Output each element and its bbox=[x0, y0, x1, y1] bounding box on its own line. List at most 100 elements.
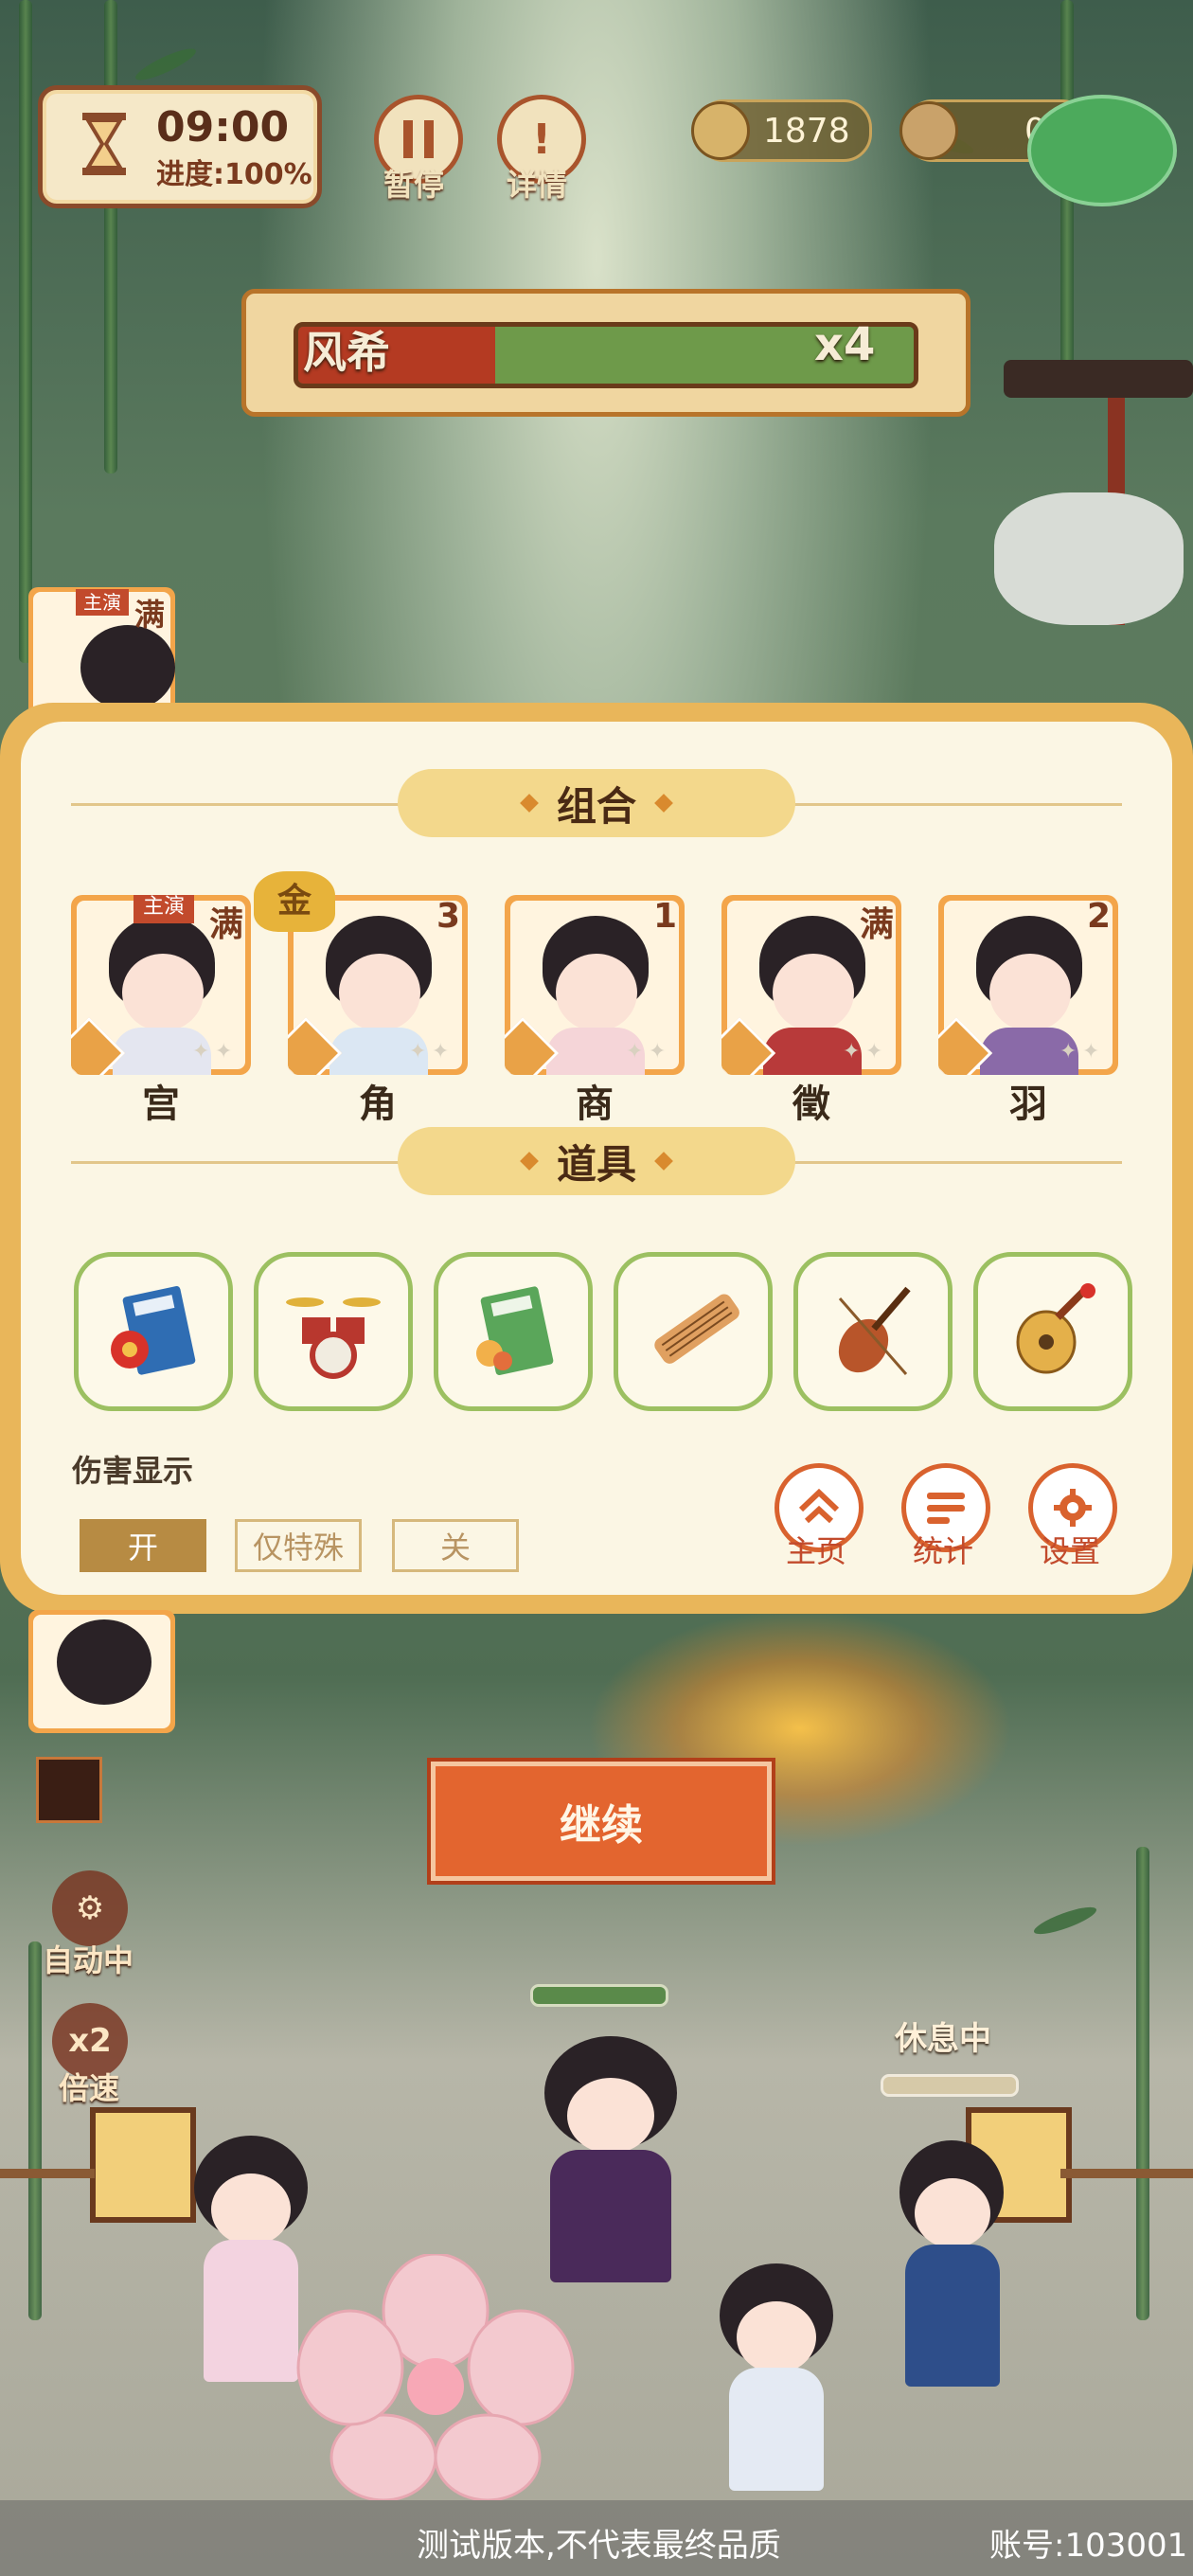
resting-status: 休息中 bbox=[895, 2020, 991, 2058]
boss-multiplier: x4 bbox=[814, 318, 876, 371]
skill-slot-icon[interactable] bbox=[36, 1757, 102, 1823]
item-guzheng[interactable] bbox=[614, 1252, 773, 1411]
settings-label: 设置 bbox=[1039, 1533, 1100, 1569]
lantern bbox=[90, 2107, 196, 2223]
book-flower-icon bbox=[111, 1286, 196, 1375]
drum-kit-icon bbox=[286, 1297, 381, 1379]
character-name: 羽 bbox=[1009, 1082, 1047, 1126]
pause-label: 暂停 bbox=[383, 167, 444, 203]
damage-option-off[interactable]: 关 bbox=[392, 1519, 519, 1572]
damage-display-label: 伤害显示 bbox=[72, 1453, 194, 1489]
card-count: 3 bbox=[436, 897, 460, 936]
character-face bbox=[122, 954, 204, 1031]
home-button[interactable]: 主页 bbox=[775, 1463, 869, 1569]
item-violin[interactable] bbox=[793, 1252, 953, 1411]
side-character-card-lower[interactable] bbox=[28, 1610, 175, 1733]
gold-rank-badge: 金 bbox=[254, 871, 335, 932]
bamboo-stalk bbox=[19, 0, 32, 663]
railing bbox=[1060, 2169, 1193, 2178]
test-version-notice: 测试版本,不代表最终品质 bbox=[417, 2527, 781, 2565]
lead-tag: 主演 bbox=[76, 589, 129, 616]
currency-counter: 1878 bbox=[691, 99, 872, 162]
item-book-flower[interactable] bbox=[74, 1252, 233, 1411]
bamboo-stalk bbox=[28, 1941, 42, 2320]
pipa-icon bbox=[1016, 1283, 1095, 1374]
combo-header: 组合 bbox=[398, 769, 795, 837]
guzheng-icon bbox=[654, 1294, 739, 1364]
star-icon: ✦ bbox=[1059, 1040, 1077, 1064]
pause-button[interactable]: 暂停 bbox=[374, 95, 463, 203]
star-icon: ✦ bbox=[192, 1040, 210, 1064]
combo-title: 组合 bbox=[556, 782, 636, 830]
home-label: 主页 bbox=[785, 1533, 846, 1569]
bamboo-stalk bbox=[1136, 1847, 1149, 2320]
character-face bbox=[556, 954, 637, 1031]
star-icon: ✦ bbox=[865, 1040, 883, 1064]
speed-label: 倍速 bbox=[59, 2070, 120, 2106]
item-drum-kit[interactable] bbox=[254, 1252, 413, 1411]
details-button[interactable]: ! 详情 bbox=[497, 95, 586, 203]
character-name: 徵 bbox=[792, 1082, 830, 1126]
details-label: 详情 bbox=[506, 167, 567, 203]
card-count: 满 bbox=[208, 905, 243, 944]
boss-name: 风希 bbox=[303, 327, 390, 378]
items-title: 道具 bbox=[556, 1140, 636, 1188]
auto-label: 自动中 bbox=[43, 1942, 134, 1978]
green-orb-button[interactable] bbox=[1027, 95, 1177, 206]
currency-value: 1878 bbox=[763, 111, 850, 151]
star-icon: ✦ bbox=[215, 1040, 233, 1064]
card-count: 1 bbox=[652, 897, 677, 936]
character-face bbox=[773, 954, 854, 1031]
timer-progress: 进度:100% bbox=[156, 158, 312, 191]
account-id: 账号:103001 bbox=[989, 2527, 1188, 2565]
card-count: 2 bbox=[1086, 897, 1111, 936]
character-portrait bbox=[57, 1619, 151, 1705]
star-icon: ✦ bbox=[649, 1040, 667, 1064]
bamboo-stalk bbox=[104, 0, 117, 474]
character-face bbox=[989, 954, 1071, 1031]
stats-label: 统计 bbox=[912, 1533, 973, 1569]
item-green-book[interactable] bbox=[434, 1252, 593, 1411]
character-card-gong[interactable]: 主演 满 ✦ ✦ bbox=[71, 895, 251, 1075]
coin-icon bbox=[899, 101, 958, 160]
gear-icon: ⚙ bbox=[52, 1870, 128, 1946]
star-icon: ✦ bbox=[843, 1040, 861, 1064]
items-header: 道具 bbox=[398, 1127, 795, 1195]
garden-rock bbox=[994, 492, 1184, 625]
item-pipa[interactable] bbox=[973, 1252, 1132, 1411]
star-icon: ✦ bbox=[432, 1040, 450, 1064]
hourglass-icon bbox=[82, 113, 126, 175]
settings-button[interactable]: 设置 bbox=[1028, 1463, 1123, 1569]
diamond-icon bbox=[520, 1152, 539, 1171]
character-card-yu[interactable]: 2 ✦ ✦ bbox=[938, 895, 1118, 1075]
diamond-icon bbox=[654, 1152, 673, 1171]
diamond-icon bbox=[520, 794, 539, 813]
continue-button[interactable]: 继续 bbox=[431, 1762, 772, 1881]
currency-icon bbox=[691, 101, 750, 160]
lead-tag: 主演 bbox=[134, 895, 194, 923]
green-book-icon bbox=[476, 1286, 554, 1375]
damage-option-special[interactable]: 仅特殊 bbox=[235, 1519, 362, 1572]
star-icon: ✦ bbox=[1082, 1040, 1100, 1064]
character-card-shang[interactable]: 1 ✦ ✦ bbox=[505, 895, 685, 1075]
card-count: 满 bbox=[859, 905, 894, 944]
character-hp-bar bbox=[881, 2074, 1019, 2097]
damage-option-on[interactable]: 开 bbox=[80, 1519, 206, 1572]
auto-button[interactable]: ⚙ bbox=[52, 1870, 128, 1946]
violin-icon bbox=[838, 1286, 911, 1375]
card-count: 满 bbox=[134, 597, 166, 633]
timer-panel: 09:00 进度:100% bbox=[38, 85, 322, 208]
pavilion-roof bbox=[1004, 360, 1193, 398]
character-card-zhi[interactable]: 满 ✦ ✦ bbox=[721, 895, 901, 1075]
side-character-card[interactable]: 主演 满 bbox=[28, 587, 175, 720]
character-name: 角 bbox=[359, 1082, 397, 1126]
star-icon: ✦ bbox=[626, 1040, 644, 1064]
character-hp-bar bbox=[530, 1984, 668, 2007]
star-icon: ✦ bbox=[409, 1040, 427, 1064]
railing bbox=[0, 2169, 95, 2178]
character-portrait bbox=[80, 625, 175, 710]
stats-button[interactable]: 统计 bbox=[901, 1463, 996, 1569]
character-face bbox=[339, 954, 420, 1031]
character-name: 宫 bbox=[142, 1082, 180, 1126]
timer-time: 09:00 bbox=[156, 103, 290, 152]
